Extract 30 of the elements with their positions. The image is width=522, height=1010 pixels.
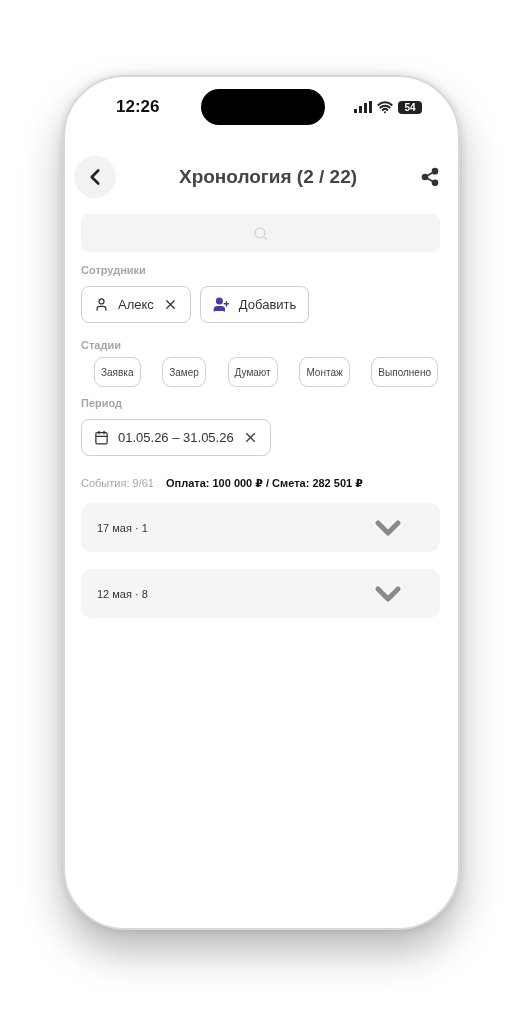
employee-chip[interactable]: Алекс [81, 286, 191, 323]
add-employee-button[interactable]: Добавить [199, 286, 310, 323]
section-label: Стадии [81, 339, 122, 351]
battery-level: 54 [398, 100, 422, 114]
signal-icon [354, 101, 372, 113]
status-time: 12:26 [116, 97, 160, 117]
add-person-icon [212, 296, 230, 313]
stage-chip[interactable]: Думают [227, 357, 278, 387]
date-group-row[interactable]: 17 мая · 1 [81, 503, 440, 552]
person-icon [94, 297, 109, 312]
wifi-icon [377, 99, 393, 115]
back-button[interactable] [74, 156, 116, 198]
events-count: События: 9/61 [81, 477, 154, 489]
share-button[interactable] [420, 167, 440, 187]
date-range-chip[interactable]: 01.05.26 – 31.05.26 [81, 419, 271, 456]
stage-chip[interactable]: Монтаж [299, 357, 350, 387]
calendar-icon [94, 430, 109, 445]
stage-chip[interactable]: Выполнено [371, 357, 438, 387]
group-label: 12 мая · 8 [97, 587, 148, 600]
stage-chip[interactable]: Заявка [94, 357, 141, 387]
search-icon [253, 225, 268, 241]
date-group-row[interactable]: 12 мая · 8 [81, 569, 440, 618]
screen-title: Хронология (2 / 22) [178, 166, 358, 188]
stage-chip[interactable]: Замер [162, 357, 206, 387]
section-label: Сотрудники [81, 264, 147, 276]
search-field[interactable] [81, 214, 440, 252]
totals-text: Оплата: 100 000 ₽ / Смета: 282 501 ₽ [165, 477, 363, 490]
group-label: 17 мая · 1 [97, 521, 148, 534]
section-label: Период [81, 397, 124, 409]
share-icon [420, 167, 440, 187]
